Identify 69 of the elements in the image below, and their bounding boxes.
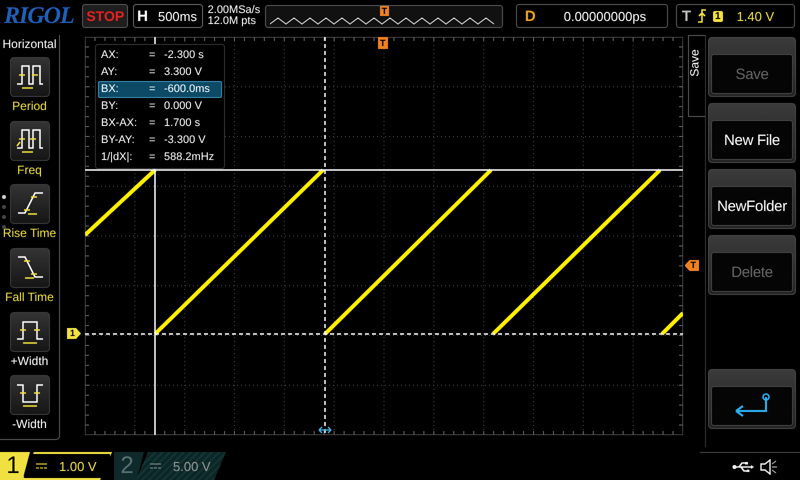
channel-scale: 1.00 V [59, 458, 97, 474]
readout-equals: = [149, 116, 156, 131]
readout-equals: = [149, 133, 156, 148]
measure-label: Rise Time [2, 226, 56, 240]
measure-label: Fall Time [5, 290, 54, 304]
cursor-line[interactable] [85, 333, 683, 335]
readout-value: 0.000 V [164, 99, 202, 114]
measure-button[interactable] [10, 312, 50, 352]
readout-value: 3.300 V [164, 65, 202, 80]
channel-number: 2 [114, 452, 144, 480]
readout-name: BX-AX: [101, 116, 138, 131]
channel-scale: 5.00 V [173, 458, 211, 474]
return-button[interactable] [708, 369, 796, 429]
readout-equals: = [149, 150, 156, 165]
measure-button[interactable] [10, 120, 50, 161]
trigger-level-marker[interactable]: T [684, 260, 699, 271]
channel-number: 1 [0, 452, 30, 480]
menu-title: Save [688, 49, 702, 77]
readout-value: -2.300 s [164, 48, 204, 63]
usb-icon [732, 462, 754, 472]
measure-label: Freq [17, 162, 42, 177]
double-arrow-icon [318, 426, 332, 434]
measure-label: Period [12, 99, 47, 113]
readout-equals: = [149, 48, 156, 63]
trigger-level: 1.40 V [736, 8, 774, 24]
channel-offset-marker[interactable]: 1 [67, 328, 82, 339]
brand-logo: RIGOL [4, 2, 75, 30]
trigger-source: 1 [713, 10, 723, 22]
delay-label: D [524, 8, 536, 24]
readout-equals: = [149, 65, 156, 80]
measure-button[interactable] [10, 248, 50, 288]
readout-value: 588.2mHz [164, 150, 214, 165]
dc-coupling-icon [36, 463, 47, 469]
measure-category-title: Horizontal [2, 37, 57, 51]
selected-readout-row[interactable]: BX: = -600.0ms [98, 81, 222, 98]
sample-rate: 2.00MSa/s [208, 5, 260, 16]
trigger-position-marker: T [378, 37, 388, 49]
readout-value: 1.700 s [164, 116, 200, 131]
trigger-position-marker: T [380, 6, 390, 16]
measure-button[interactable] [10, 375, 50, 416]
readout-equals: = [149, 99, 156, 114]
memory-depth: 12.0M pts [208, 16, 257, 27]
delay-box[interactable]: D 0.00000000ps [516, 4, 668, 28]
menu-button[interactable]: New File [708, 103, 796, 163]
timebase-value: 500ms [158, 8, 197, 24]
horizontal-label: H [137, 8, 148, 24]
measure-button[interactable] [10, 57, 50, 97]
readout-equals: = [149, 82, 156, 97]
rising-edge-icon [697, 9, 707, 23]
readout-name: BX: [101, 82, 120, 97]
readout-value: -600.0ms [164, 82, 210, 97]
readout-value: -3.300 V [164, 133, 206, 148]
speaker-icon [760, 458, 778, 474]
cursor-line[interactable] [324, 37, 326, 435]
readout-name: AX: [101, 48, 120, 63]
measure-label: +Width [10, 354, 48, 368]
readout-name: 1/|dX|: [101, 150, 134, 165]
readout-name: AY: [101, 65, 118, 80]
measure-label: -Width [12, 417, 47, 432]
trigger-box[interactable]: T 1 1.40 V [676, 4, 795, 28]
dc-coupling-icon [150, 463, 161, 469]
readout-name: BY-AY: [101, 133, 136, 148]
readout-name: BY: [101, 99, 120, 114]
measure-button[interactable] [10, 184, 50, 224]
delay-value: 0.00000000ps [564, 8, 646, 24]
run-stop-button[interactable]: STOP [82, 4, 128, 28]
menu-button[interactable]: NewFolder [708, 169, 796, 229]
timebase-box[interactable]: H 500ms [133, 4, 203, 28]
trigger-label: T [682, 8, 691, 24]
